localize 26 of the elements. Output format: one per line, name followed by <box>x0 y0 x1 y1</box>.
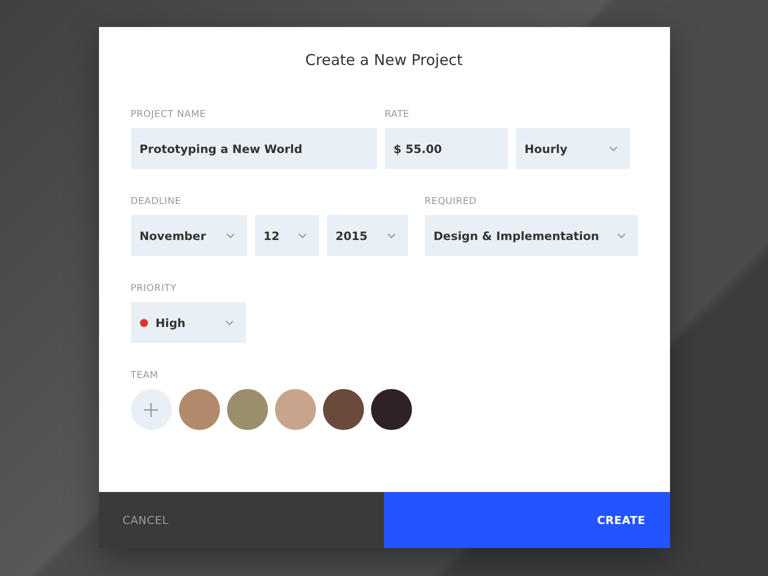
chevron-down-icon <box>616 232 626 238</box>
field-label: TEAM <box>130 370 160 381</box>
field-label: PRIORITY <box>130 283 178 294</box>
avatar[interactable] <box>322 389 364 430</box>
month-select[interactable]: November <box>130 215 246 256</box>
cancel-button[interactable]: CANCEL <box>98 492 384 548</box>
plus-icon <box>144 402 158 416</box>
rate-field[interactable]: $ 55.00 <box>384 128 508 169</box>
chevron-down-icon <box>298 232 306 238</box>
field-label: REQUIRED <box>424 196 478 207</box>
dialog-title: Create a New Project <box>304 51 464 69</box>
create-button[interactable]: CREATE <box>384 492 670 548</box>
field-label: DEADLINE <box>130 196 182 207</box>
day-select[interactable]: 12 <box>254 215 318 256</box>
chevron-down-icon <box>226 232 234 238</box>
chevron-down-icon <box>224 320 234 326</box>
field-label: PROJECT NAME <box>130 109 207 120</box>
year-select[interactable]: 2015 <box>326 215 408 256</box>
rate-unit-select[interactable]: Hourly <box>516 128 630 169</box>
required-select[interactable]: Design & Implementation <box>424 215 638 256</box>
priority-select[interactable]: High <box>130 302 246 343</box>
field-label: RATE <box>384 109 410 120</box>
chevron-down-icon <box>386 232 396 238</box>
avatar[interactable] <box>370 389 412 430</box>
chevron-down-icon <box>608 146 618 152</box>
project-name-field[interactable]: Prototyping a New World <box>130 128 376 169</box>
